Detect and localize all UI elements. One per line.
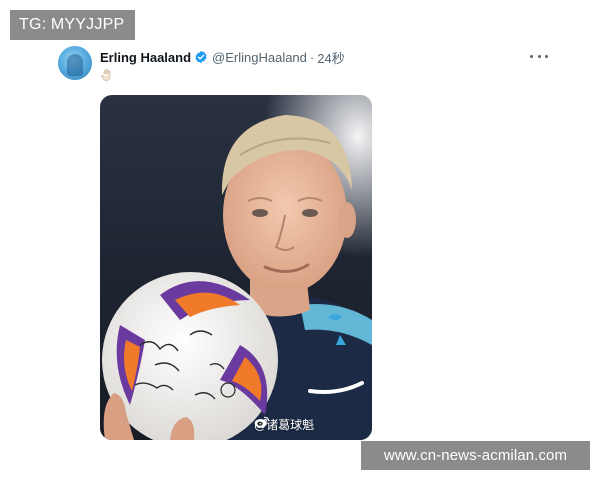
verified-badge-icon [195, 50, 207, 64]
left-eye [252, 209, 268, 217]
weibo-credit: @诸葛球魁 [254, 415, 314, 433]
user-handle[interactable]: @ErlingHaaland [212, 50, 307, 65]
separator-dot: · [309, 49, 315, 65]
avatar[interactable] [58, 46, 92, 80]
raised-hand-icon [101, 69, 111, 81]
more-options-icon[interactable] [530, 48, 548, 64]
avatar-figure [67, 54, 83, 76]
bottom-watermark-label: www.cn-news-acmilan.com [361, 441, 590, 470]
top-watermark-label: TG: MYYJJPP [10, 10, 135, 40]
photo-illustration [100, 95, 372, 440]
right-eye [302, 209, 318, 217]
more-dot [537, 54, 541, 58]
display-name[interactable]: Erling Haaland [100, 50, 191, 65]
more-dot [545, 54, 548, 58]
signed-football [102, 272, 278, 440]
ear [338, 202, 356, 238]
tweet-timestamp[interactable]: 24秒 [317, 48, 344, 67]
more-dot [530, 54, 533, 58]
tweet-author-row: Erling Haaland @ErlingHaaland · 24秒 [100, 48, 345, 66]
page: TG: MYYJJPP Erling Haaland @ErlingHaalan… [0, 0, 600, 480]
tweet-media-photo[interactable]: @诸葛球魁 [100, 95, 372, 440]
weibo-icon [254, 416, 270, 428]
